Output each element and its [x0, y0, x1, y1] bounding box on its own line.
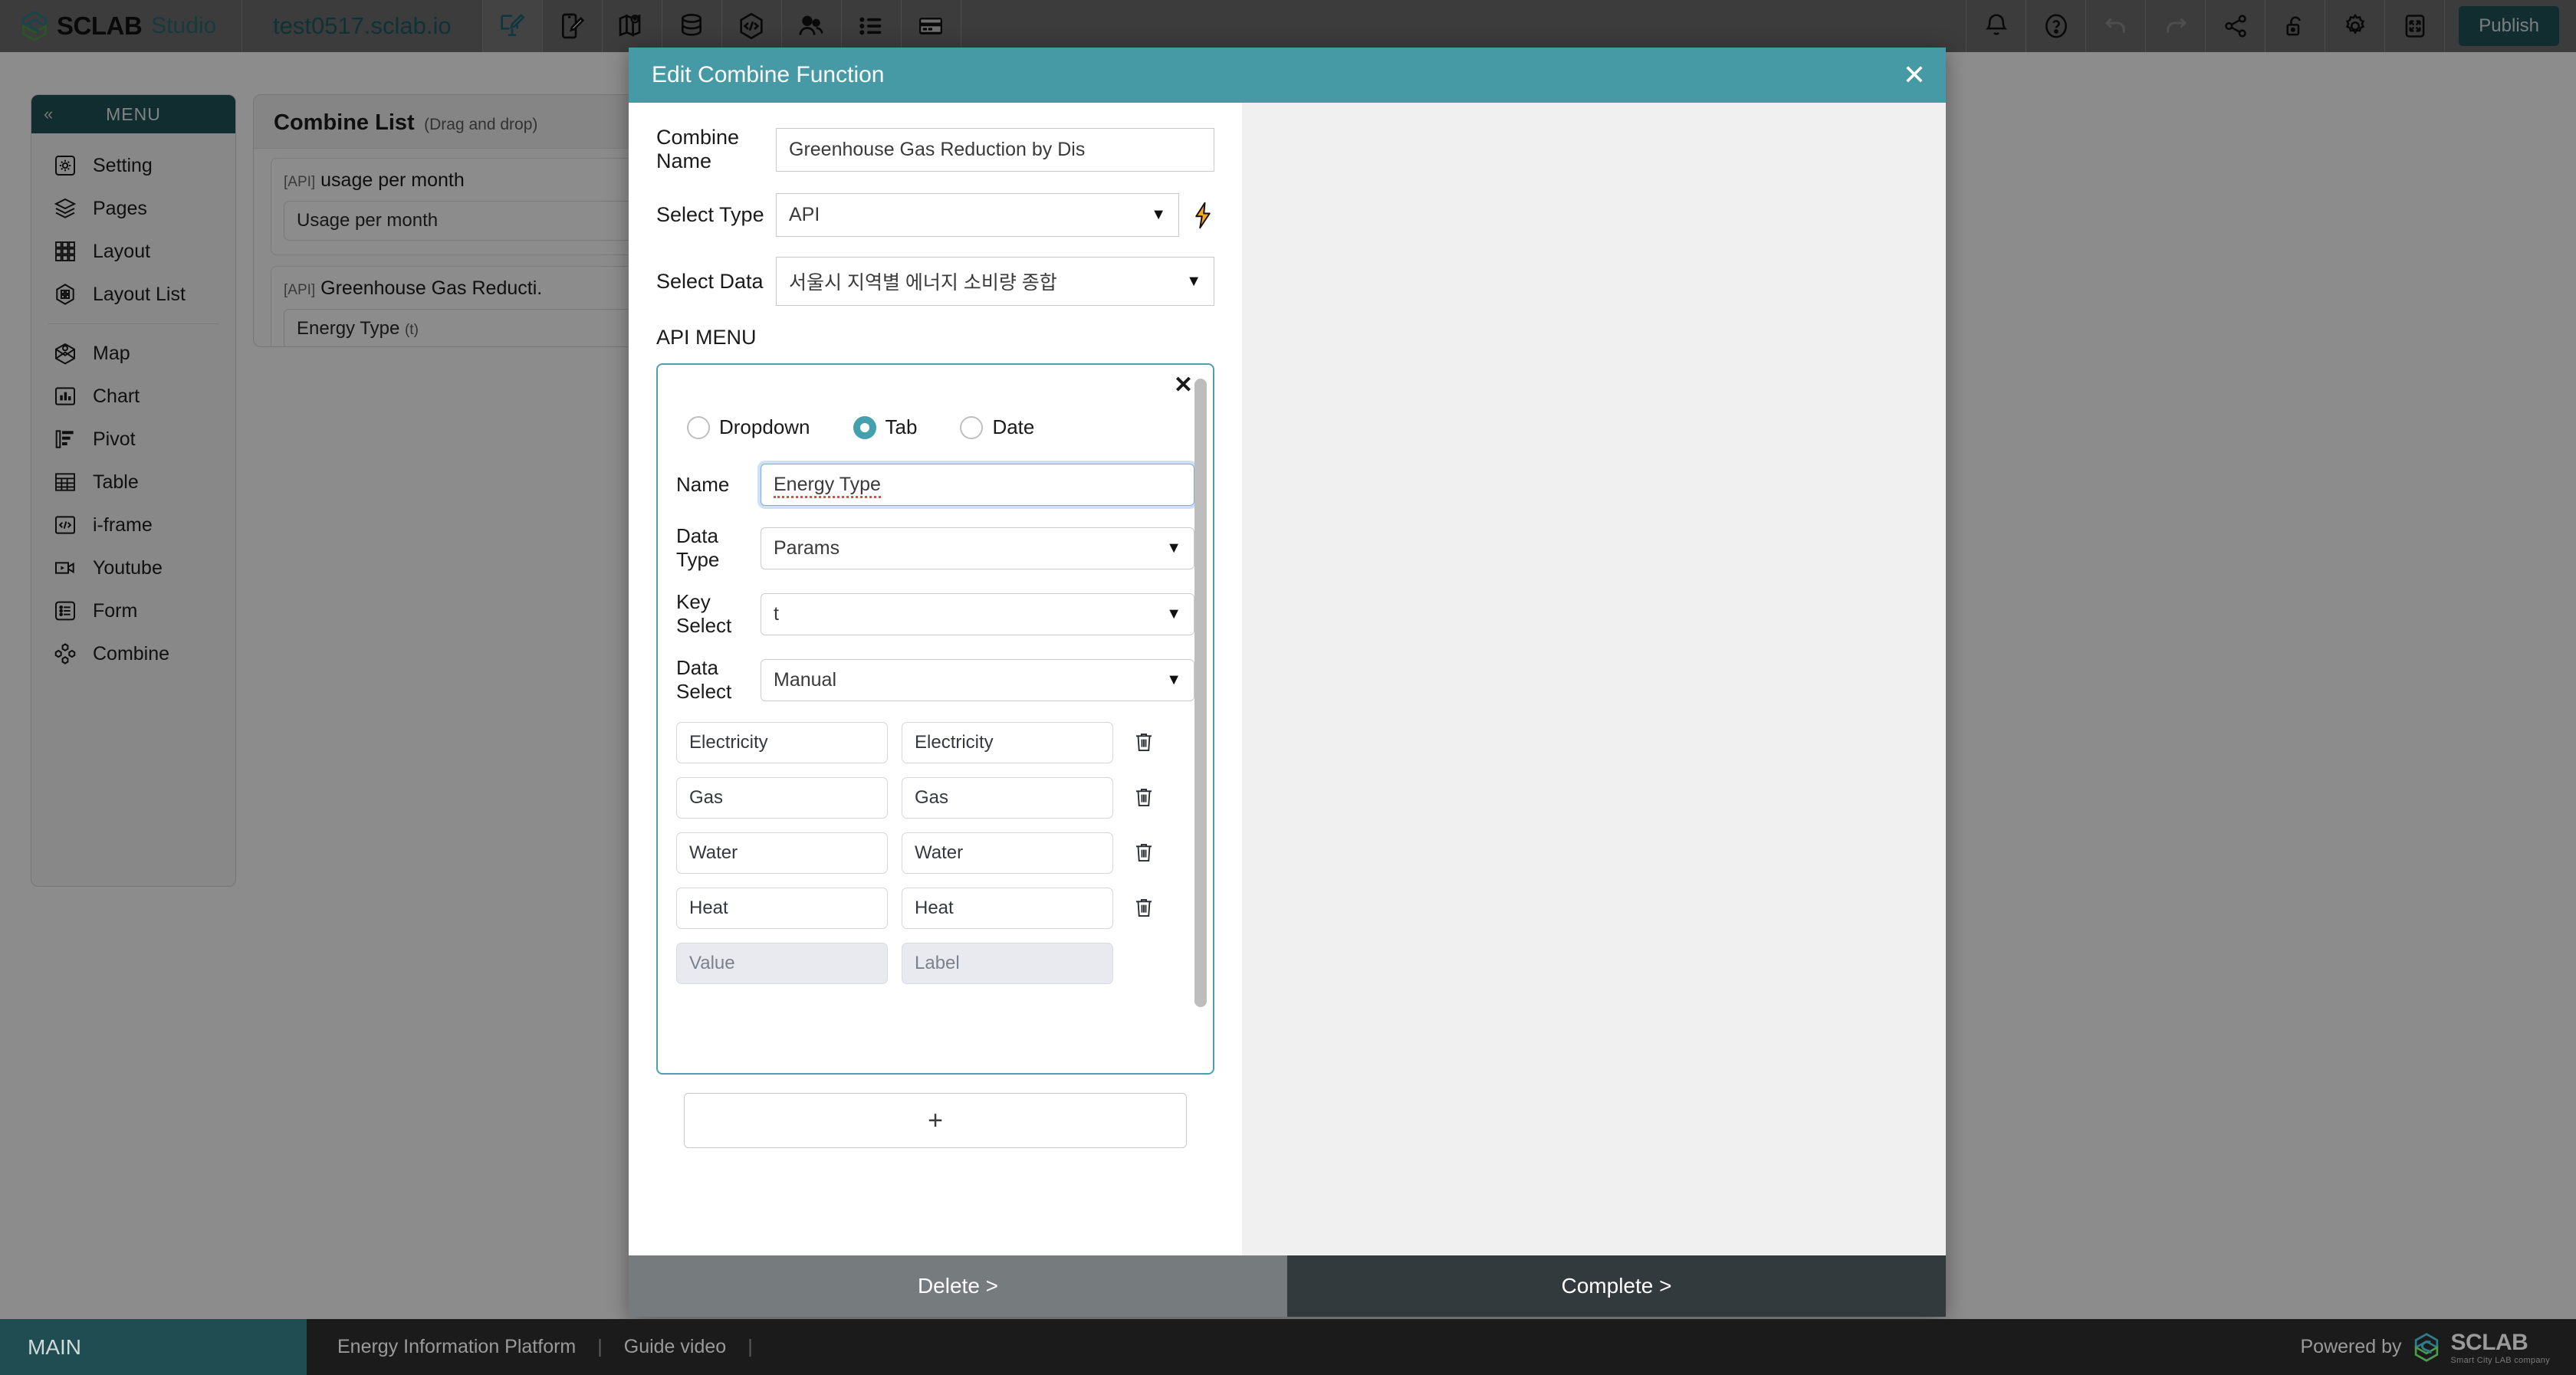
trash-icon — [1136, 844, 1152, 861]
radio-dot-selected — [853, 415, 876, 439]
radio-dropdown[interactable]: Dropdown — [687, 415, 810, 439]
select-data-dropdown[interactable]: 서울시 지역별 에너지 소비량 종합 ▼ — [776, 257, 1214, 306]
footer-link-guide-video[interactable]: Guide video — [624, 1336, 726, 1358]
data-type-label: Data Type — [676, 524, 720, 571]
select-type-value: API — [789, 204, 820, 225]
select-type-label: Select Type — [656, 203, 764, 226]
app-root: SCLAB Studio test0517.sclab.io Publish «… — [0, 0, 2576, 1375]
name-input-value: Energy Type — [774, 474, 881, 498]
label-input[interactable]: Water — [902, 832, 1113, 874]
select-data-value: 서울시 지역별 에너지 소비량 종합 — [789, 272, 1057, 294]
name-input[interactable]: Energy Type — [761, 464, 1194, 506]
lightning-bolt-icon[interactable] — [1191, 202, 1214, 229]
chevron-down-icon: ▼ — [1166, 605, 1181, 622]
radio-dot — [687, 415, 710, 439]
label-input-placeholder[interactable]: Label — [902, 943, 1113, 984]
label-input[interactable]: Heat — [902, 888, 1113, 929]
value-input[interactable]: Gas — [676, 777, 888, 819]
footer-divider: | — [597, 1336, 603, 1357]
label-input[interactable]: Gas — [902, 777, 1113, 819]
modal-header: Edit Combine Function ✕ — [629, 48, 1946, 103]
label-input[interactable]: Electricity — [902, 722, 1113, 763]
footer-link-energy-platform[interactable]: Energy Information Platform — [337, 1336, 576, 1358]
delete-row-button[interactable] — [1127, 895, 1161, 921]
footer-logo-text: SCLAB — [2450, 1329, 2528, 1355]
chevron-down-icon: ▼ — [1186, 272, 1201, 290]
select-data-label: Select Data — [656, 269, 764, 293]
data-select-dropdown[interactable]: Manual ▼ — [761, 658, 1194, 701]
data-type-dropdown[interactable]: Params ▼ — [761, 527, 1194, 569]
value-label-row: Heat Heat — [676, 888, 1194, 929]
radio-label: Dropdown — [719, 415, 810, 438]
footer-powered-by: Powered by SCLAB Smart City LAB company — [2300, 1319, 2576, 1375]
page-footer: MAIN Energy Information Platform | Guide… — [0, 1319, 2576, 1375]
value-label-row: Electricity Electricity — [676, 722, 1194, 763]
trash-icon — [1136, 899, 1152, 917]
value-label-row: Water Water — [676, 832, 1194, 874]
api-menu-scroll-content: ✕ Dropdown Tab Date Name Energy Type Dat… — [658, 365, 1213, 1073]
footer-divider: | — [748, 1336, 753, 1357]
value-label-row: Gas Gas — [676, 777, 1194, 819]
data-type-value: Params — [774, 537, 840, 559]
modal-form-column: Combine Name Greenhouse Gas Reduction by… — [629, 103, 1242, 1255]
sclab-hexagon-icon — [2414, 1332, 2438, 1362]
close-icon[interactable]: ✕ — [1903, 61, 1926, 89]
data-select-value: Manual — [774, 668, 836, 691]
footer-logo-tagline: Smart City LAB company — [2450, 1355, 2550, 1365]
select-data-row: Select Data 서울시 지역별 에너지 소비량 종합 ▼ — [656, 257, 1214, 306]
key-select-row: Key Select t ▼ — [676, 590, 1194, 638]
delete-button[interactable]: Delete > — [629, 1255, 1287, 1317]
radio-label: Tab — [885, 415, 918, 438]
delete-row-button[interactable] — [1127, 730, 1161, 756]
chevron-down-icon: ▼ — [1166, 671, 1181, 688]
add-row-button[interactable]: + — [684, 1093, 1187, 1148]
modal-body: Combine Name Greenhouse Gas Reduction by… — [629, 103, 1946, 1255]
name-row: Name Energy Type — [676, 464, 1194, 506]
add-row-area: + — [656, 1075, 1214, 1168]
value-input[interactable]: Heat — [676, 888, 888, 929]
delete-row-button[interactable] — [1127, 785, 1161, 811]
bolt-glyph — [1195, 202, 1211, 228]
edit-combine-function-modal: Edit Combine Function ✕ Combine Name Gre… — [629, 48, 1946, 1317]
api-card-close-icon[interactable]: ✕ — [1174, 374, 1193, 397]
combine-name-label: Combine Name — [656, 126, 740, 172]
value-input-placeholder[interactable]: Value — [676, 943, 888, 984]
trash-icon — [1136, 789, 1152, 806]
api-menu-card: ✕ Dropdown Tab Date Name Energy Type Dat… — [656, 363, 1214, 1075]
data-type-row: Data Type Params ▼ — [676, 524, 1194, 572]
modal-title: Edit Combine Function — [652, 62, 885, 87]
data-select-row: Data Select Manual ▼ — [676, 656, 1194, 704]
trash-icon — [1136, 733, 1152, 751]
select-type-row: Select Type API ▼ — [656, 193, 1214, 237]
chevron-down-icon: ▼ — [1166, 539, 1181, 556]
display-type-radio-group: Dropdown Tab Date — [687, 415, 1194, 439]
modal-footer: Delete > Complete > — [629, 1255, 1946, 1317]
complete-button[interactable]: Complete > — [1287, 1255, 1946, 1317]
footer-links: Energy Information Platform | Guide vide… — [307, 1319, 753, 1375]
combine-name-row: Combine Name Greenhouse Gas Reduction by… — [656, 126, 1214, 173]
api-card-scrollbar[interactable] — [1194, 379, 1207, 1007]
key-select-dropdown[interactable]: t ▼ — [761, 592, 1194, 635]
powered-by-text: Powered by — [2300, 1336, 2402, 1357]
data-select-label: Data Select — [676, 656, 732, 703]
radio-tab[interactable]: Tab — [853, 415, 918, 439]
footer-main-label[interactable]: MAIN — [0, 1319, 307, 1375]
delete-row-button[interactable] — [1127, 840, 1161, 866]
value-label-row-empty: Value Label — [676, 943, 1194, 984]
key-select-value: t — [774, 602, 779, 625]
value-input[interactable]: Water — [676, 832, 888, 874]
key-select-label: Key Select — [676, 590, 732, 637]
footer-logo-block: SCLAB Smart City LAB company — [2451, 1330, 2550, 1365]
api-menu-label: API MENU — [656, 326, 757, 349]
radio-date[interactable]: Date — [960, 415, 1034, 439]
value-input[interactable]: Electricity — [676, 722, 888, 763]
combine-name-input[interactable]: Greenhouse Gas Reduction by Dis — [776, 127, 1214, 172]
radio-dot — [960, 415, 984, 439]
radio-label: Date — [992, 415, 1035, 438]
select-type-dropdown[interactable]: API ▼ — [776, 193, 1179, 237]
name-label: Name — [676, 473, 730, 496]
chevron-down-icon: ▼ — [1151, 206, 1166, 223]
